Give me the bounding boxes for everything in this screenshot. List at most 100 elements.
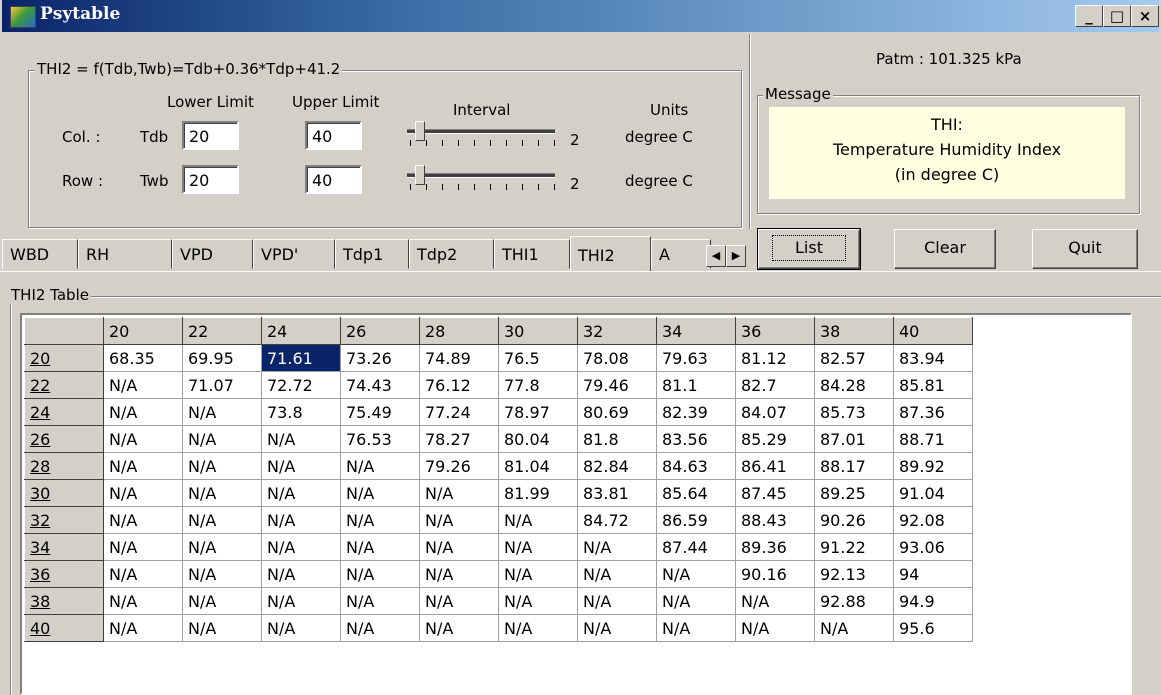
column-header[interactable]: 40 xyxy=(893,317,973,345)
maximize-button[interactable]: □ xyxy=(1103,5,1131,27)
table-cell[interactable]: 73.8 xyxy=(261,398,341,426)
table-cell[interactable]: N/A xyxy=(182,587,262,615)
table-cell[interactable]: 94.9 xyxy=(893,587,973,615)
table-cell[interactable]: 89.92 xyxy=(893,452,973,480)
table-cell[interactable]: 88.17 xyxy=(814,452,894,480)
table-cell[interactable]: N/A xyxy=(182,479,262,507)
table-cell[interactable]: N/A xyxy=(498,587,578,615)
column-header[interactable]: 24 xyxy=(261,317,341,345)
table-cell[interactable]: 90.16 xyxy=(735,560,815,588)
table-cell[interactable]: 69.95 xyxy=(182,344,262,372)
table-cell[interactable]: N/A xyxy=(261,479,341,507)
table-cell[interactable]: N/A xyxy=(340,506,420,534)
table-cell[interactable]: 85.64 xyxy=(656,479,736,507)
table-cell[interactable]: 84.07 xyxy=(735,398,815,426)
table-cell[interactable]: N/A xyxy=(261,452,341,480)
table-cell[interactable]: 88.43 xyxy=(735,506,815,534)
list-button[interactable]: List xyxy=(757,228,861,270)
column-header[interactable]: 22 xyxy=(182,317,262,345)
table-cell[interactable]: 89.25 xyxy=(814,479,894,507)
table-cell[interactable]: N/A xyxy=(577,560,657,588)
table-cell[interactable]: N/A xyxy=(498,614,578,642)
table-cell[interactable]: 85.29 xyxy=(735,425,815,453)
col-lower-limit-input[interactable]: 20 xyxy=(182,121,239,150)
table-cell[interactable]: 76.12 xyxy=(419,371,499,399)
table-cell[interactable]: N/A xyxy=(498,506,578,534)
table-cell[interactable]: 83.94 xyxy=(893,344,973,372)
tab-thi1[interactable]: THI1 xyxy=(494,239,570,269)
minimize-button[interactable]: _ xyxy=(1075,5,1103,27)
table-cell[interactable]: 71.61 xyxy=(261,344,341,372)
table-cell[interactable]: N/A xyxy=(261,560,341,588)
title-bar[interactable]: Psytable _ □ × xyxy=(2,0,1159,32)
table-cell[interactable]: N/A xyxy=(577,533,657,561)
tab-a[interactable]: A xyxy=(651,239,711,269)
close-button[interactable]: × xyxy=(1131,5,1159,27)
table-cell[interactable]: N/A xyxy=(814,614,894,642)
table-cell[interactable]: N/A xyxy=(656,587,736,615)
table-cell[interactable]: 92.13 xyxy=(814,560,894,588)
clear-button[interactable]: Clear xyxy=(894,229,996,269)
table-cell[interactable]: 79.46 xyxy=(577,371,657,399)
table-cell[interactable]: 87.44 xyxy=(656,533,736,561)
table-cell[interactable]: N/A xyxy=(182,398,262,426)
row-upper-limit-input[interactable]: 40 xyxy=(305,165,362,194)
row-interval-slider[interactable] xyxy=(407,164,559,192)
table-cell[interactable]: N/A xyxy=(103,371,183,399)
table-cell[interactable]: N/A xyxy=(103,506,183,534)
table-cell[interactable]: N/A xyxy=(340,452,420,480)
tab-thi2[interactable]: THI2 xyxy=(570,236,651,271)
table-cell[interactable]: 83.56 xyxy=(656,425,736,453)
table-cell[interactable]: 81.99 xyxy=(498,479,578,507)
table-cell[interactable]: N/A xyxy=(103,425,183,453)
table-cell[interactable]: N/A xyxy=(182,506,262,534)
col-interval-slider[interactable] xyxy=(407,120,559,148)
table-cell[interactable]: 87.45 xyxy=(735,479,815,507)
table-cell[interactable]: N/A xyxy=(182,614,262,642)
row-lower-limit-input[interactable]: 20 xyxy=(182,165,239,194)
table-cell[interactable]: 95.6 xyxy=(893,614,973,642)
tab-tdp1[interactable]: Tdp1 xyxy=(335,239,409,269)
table-cell[interactable]: 71.07 xyxy=(182,371,262,399)
tab-wbd[interactable]: WBD xyxy=(2,239,78,269)
table-cell[interactable]: 74.43 xyxy=(340,371,420,399)
table-cell[interactable]: 90.26 xyxy=(814,506,894,534)
tab-rh[interactable]: RH xyxy=(78,239,172,269)
table-cell[interactable]: 85.81 xyxy=(893,371,973,399)
row-header[interactable]: 20 xyxy=(24,344,104,372)
table-cell[interactable]: N/A xyxy=(261,425,341,453)
table-cell[interactable]: 72.72 xyxy=(261,371,341,399)
table-cell[interactable]: 81.1 xyxy=(656,371,736,399)
table-cell[interactable]: 82.7 xyxy=(735,371,815,399)
table-cell[interactable]: 92.88 xyxy=(814,587,894,615)
column-header[interactable]: 30 xyxy=(498,317,578,345)
table-cell[interactable]: N/A xyxy=(577,587,657,615)
table-cell[interactable]: N/A xyxy=(103,533,183,561)
table-cell[interactable]: 91.22 xyxy=(814,533,894,561)
table-cell[interactable]: N/A xyxy=(103,398,183,426)
table-cell[interactable]: 78.97 xyxy=(498,398,578,426)
table-cell[interactable]: 83.81 xyxy=(577,479,657,507)
tab-vpd[interactable]: VPD xyxy=(172,239,253,269)
table-cell[interactable]: N/A xyxy=(419,614,499,642)
tab-scroll-right-icon[interactable]: ▶ xyxy=(726,245,746,267)
table-cell[interactable]: 79.26 xyxy=(419,452,499,480)
table-cell[interactable]: 78.27 xyxy=(419,425,499,453)
table-cell[interactable]: 86.59 xyxy=(656,506,736,534)
table-cell[interactable]: N/A xyxy=(735,614,815,642)
table-cell[interactable]: N/A xyxy=(577,614,657,642)
row-header[interactable]: 26 xyxy=(24,425,104,453)
table-cell[interactable]: 73.26 xyxy=(340,344,420,372)
row-header[interactable]: 30 xyxy=(24,479,104,507)
table-cell[interactable]: 94 xyxy=(893,560,973,588)
column-header[interactable]: 32 xyxy=(577,317,657,345)
table-cell[interactable]: 78.08 xyxy=(577,344,657,372)
table-cell[interactable]: 68.35 xyxy=(103,344,183,372)
quit-button[interactable]: Quit xyxy=(1032,229,1138,269)
table-cell[interactable]: N/A xyxy=(182,533,262,561)
table-cell[interactable]: 87.01 xyxy=(814,425,894,453)
row-header[interactable]: 34 xyxy=(24,533,104,561)
table-cell[interactable]: N/A xyxy=(498,533,578,561)
table-cell[interactable]: 80.69 xyxy=(577,398,657,426)
table-cell[interactable]: 84.28 xyxy=(814,371,894,399)
